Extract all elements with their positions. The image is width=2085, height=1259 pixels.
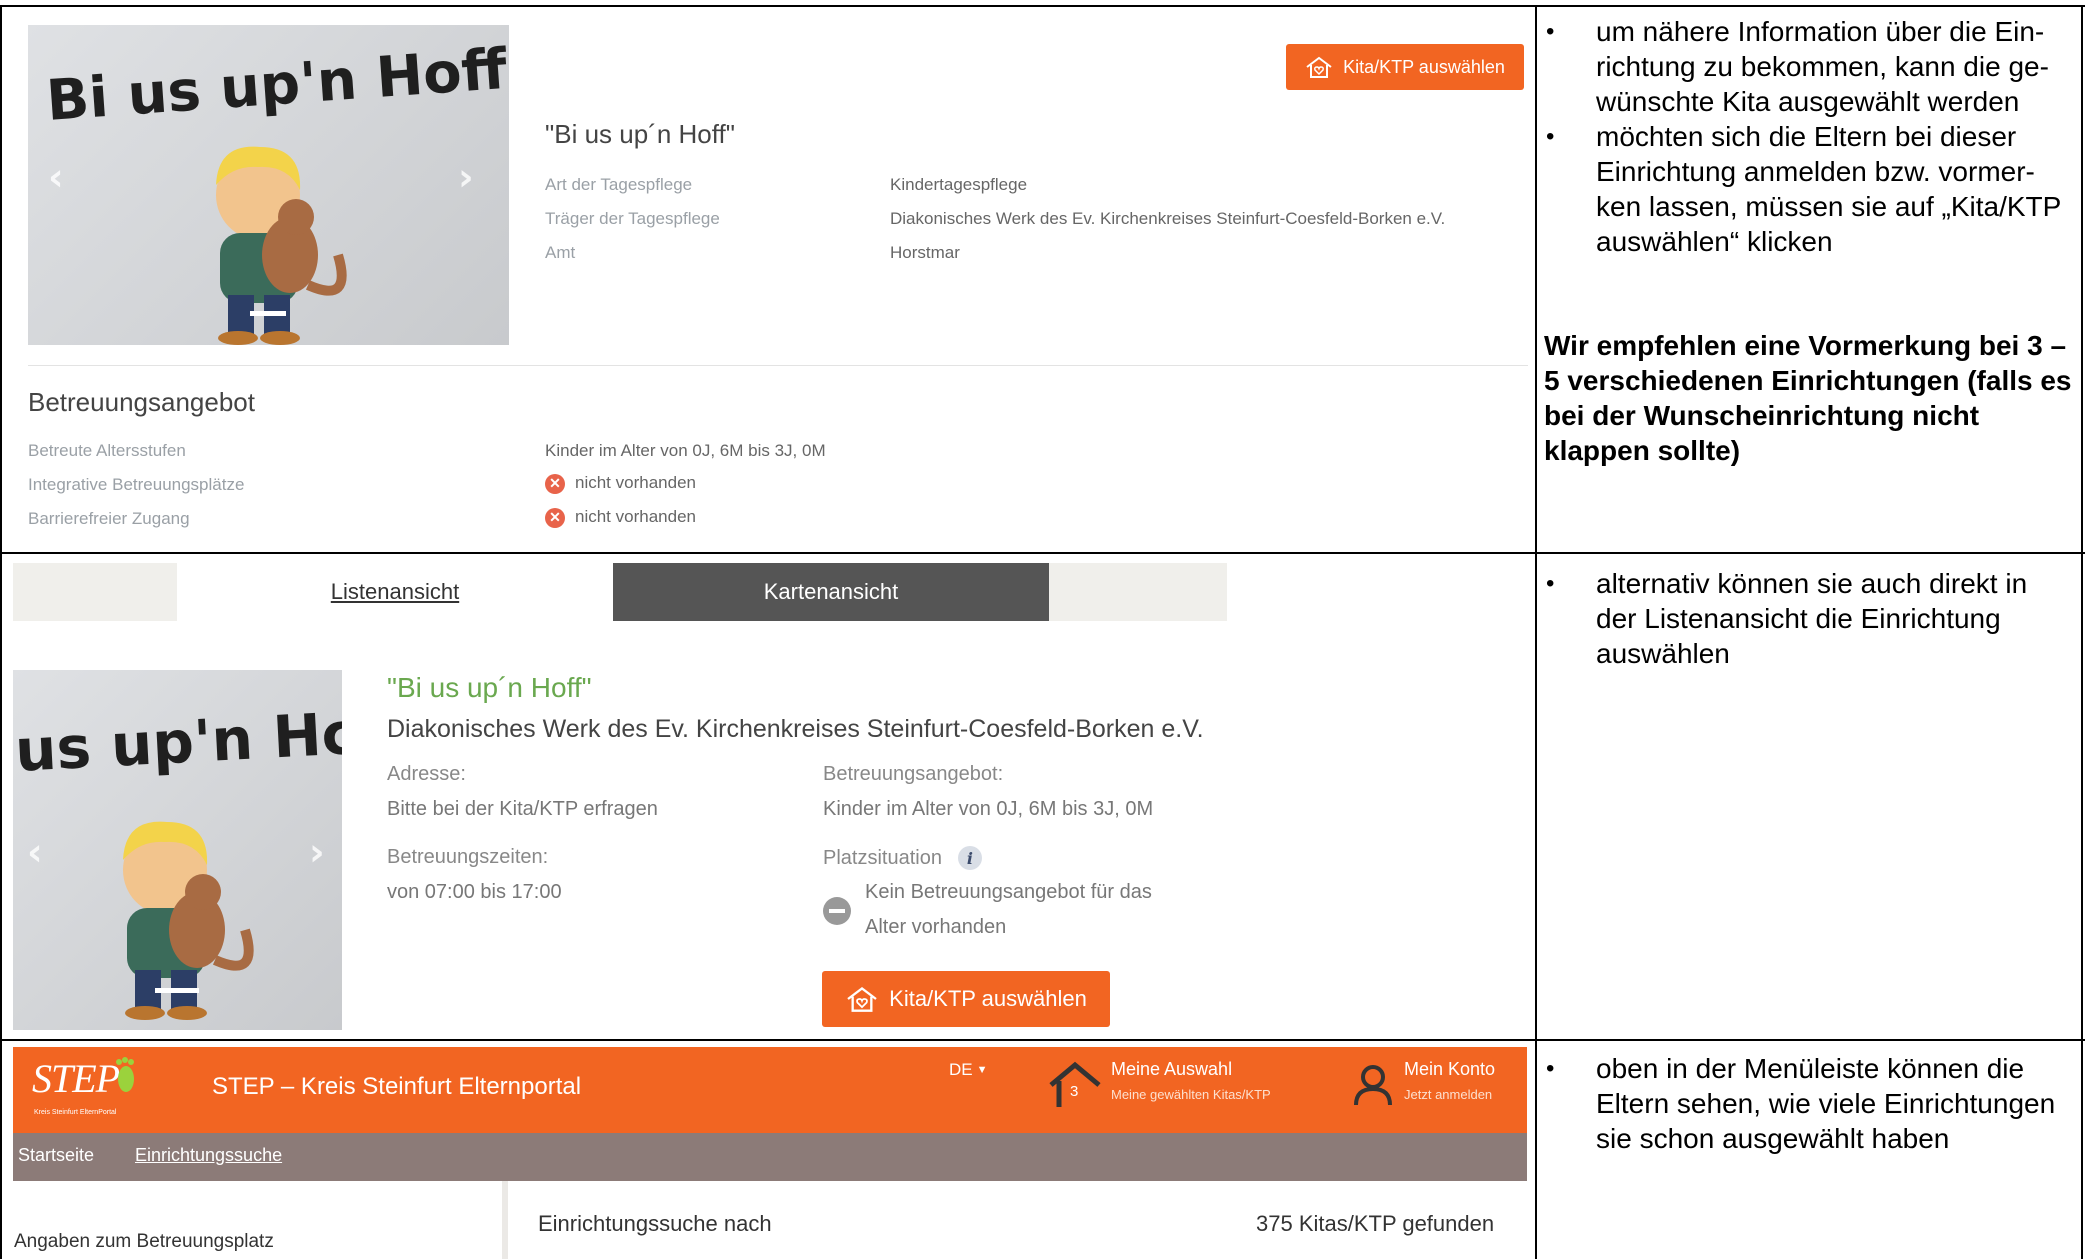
place-situation-label: Platzsituation bbox=[823, 846, 942, 869]
account-title: Mein Konto bbox=[1404, 1059, 1496, 1079]
tab-map-view[interactable]: Kartenansicht bbox=[613, 563, 1049, 621]
select-facility-button[interactable]: Kita/KTP auswählen bbox=[822, 971, 1110, 1027]
photo-sign-text: us up'n Hc bbox=[13, 699, 342, 785]
hours-value: von 07:00 bis 17:00 bbox=[387, 881, 562, 903]
offer-heading: Betreuungsangebot bbox=[28, 387, 255, 417]
select-facility-button-label: Kita/KTP auswählen bbox=[889, 986, 1087, 1011]
select-facility-button[interactable]: Kita/KTP auswählen bbox=[1286, 44, 1524, 90]
tab-map-view-label: Kartenansicht bbox=[763, 579, 899, 604]
offer-value-barrier-free-text: nicht vorhanden bbox=[575, 507, 696, 526]
facility-carrier: Diakonisches Werk des Ev. Kirchenkreises… bbox=[387, 715, 1204, 743]
my-account[interactable]: Mein Konto Jetzt anmelden bbox=[1352, 1055, 1522, 1115]
note-item: oben in der Menüleiste können die Eltern… bbox=[1542, 1051, 2072, 1156]
address-value: Bitte bei der Kita/KTP erfragen bbox=[387, 798, 658, 820]
offer-value: Kinder im Alter von 0J, 6M bis 3J, 0M bbox=[823, 798, 1154, 820]
my-selection[interactable]: 3 Meine Auswahl Meine gewählten Kitas/KT… bbox=[1047, 1055, 1307, 1115]
sidebar-divider bbox=[502, 1181, 508, 1259]
table-column-divider bbox=[1535, 5, 1537, 1259]
selection-title: Meine Auswahl bbox=[1111, 1059, 1233, 1079]
detail-label-office: Amt bbox=[545, 243, 576, 262]
recommendation-note: Wir empfehlen eine Vormerkung bei 3 – 5 … bbox=[1544, 330, 2072, 466]
not-available-icon: ✕ bbox=[545, 473, 565, 494]
results-count: 375 Kitas/KTP gefunden bbox=[1256, 1211, 1495, 1236]
address-label: Adresse: bbox=[387, 763, 466, 785]
section-divider bbox=[28, 365, 1528, 366]
notes-section-2: alternativ können sie auch direkt in der… bbox=[1542, 566, 2072, 671]
step-logo-subtitle: Kreis Steinfurt ElternPortal bbox=[34, 1109, 117, 1116]
nav-item-home[interactable]: Startseite bbox=[18, 1145, 94, 1166]
selection-count: 3 bbox=[1070, 1083, 1079, 1100]
detail-value-office: Horstmar bbox=[890, 243, 960, 262]
step-logo[interactable]: STEP Kreis Steinfurt ElternPortal bbox=[32, 1055, 152, 1125]
selection-subtitle: Meine gewählten Kitas/KTP bbox=[1111, 1087, 1271, 1102]
footprint-icon bbox=[116, 1057, 134, 1092]
portal-header-screenshot: STEP Kreis Steinfurt ElternPortal STEP –… bbox=[2, 1041, 1535, 1259]
account-subtitle: Jetzt anmelden bbox=[1404, 1087, 1493, 1102]
caret-down-icon: ▼ bbox=[976, 1064, 988, 1076]
place-value-line2: Alter vorhanden bbox=[865, 916, 1007, 938]
offer-value-barrier-free: ✕ nicht vorhanden bbox=[545, 507, 696, 528]
carousel-next-arrow[interactable]: › bbox=[309, 830, 325, 874]
hours-label: Betreuungszeiten: bbox=[387, 846, 549, 868]
carousel-indicator[interactable] bbox=[155, 988, 199, 993]
no-offer-icon bbox=[823, 897, 851, 925]
not-available-icon: ✕ bbox=[545, 507, 565, 528]
facility-photo: Bi us up'n Hoff ‹ › bbox=[28, 25, 509, 345]
notes-section-3: oben in der Menüleiste können die Eltern… bbox=[1542, 1051, 2072, 1156]
facility-name-link[interactable]: "Bi us up´n Hoff" bbox=[387, 672, 592, 704]
portal-title[interactable]: STEP – Kreis Steinfurt Elternportal bbox=[212, 1073, 581, 1101]
search-heading: Einrichtungssuche nach bbox=[538, 1211, 772, 1236]
language-select[interactable]: DE ▼ bbox=[949, 1060, 988, 1080]
house-heart-icon bbox=[847, 987, 877, 1012]
carousel-indicator[interactable] bbox=[250, 311, 286, 316]
list-view-screenshot: Listenansicht Kartenansicht us up'n Hc ‹… bbox=[2, 554, 1535, 1039]
offer-value-integrative-text: nicht vorhanden bbox=[575, 473, 696, 492]
carousel-next-arrow[interactable]: › bbox=[458, 155, 474, 199]
facility-thumbnail[interactable]: us up'n Hc ‹ › bbox=[13, 670, 342, 1030]
nav-item-facility-search[interactable]: Einrichtungssuche bbox=[135, 1145, 282, 1166]
tab-list-view-label: Listenansicht bbox=[330, 579, 460, 604]
offer-value-ages: Kinder im Alter von 0J, 6M bis 3J, 0M bbox=[545, 441, 826, 460]
detail-label-carrier: Träger der Tagespflege bbox=[545, 209, 720, 228]
table-border-right bbox=[2081, 5, 2083, 1259]
tab-list-view[interactable]: Listenansicht bbox=[177, 563, 613, 621]
house-heart-icon bbox=[1306, 56, 1332, 78]
language-label: DE bbox=[949, 1060, 973, 1079]
offer-label-integrative: Integrative Betreuungsplätze bbox=[28, 475, 245, 494]
detail-label-type: Art der Tagespflege bbox=[545, 175, 693, 194]
offer-label-barrier-free: Barrierefreier Zugang bbox=[28, 509, 190, 528]
carousel-prev-arrow[interactable]: ‹ bbox=[27, 830, 43, 874]
select-facility-button-label: Kita/KTP auswählen bbox=[1343, 56, 1505, 77]
carousel-prev-arrow[interactable]: ‹ bbox=[48, 155, 64, 199]
sidebar-heading: Angaben zum Betreuungsplatz bbox=[14, 1231, 274, 1252]
notes-section-1: um nähere Information über die Ein-richt… bbox=[1542, 14, 2072, 468]
facility-detail-screenshot: Bi us up'n Hoff ‹ › Kita/KTP auswählen "… bbox=[2, 7, 1535, 552]
note-item: möchten sich die Eltern bei dieser Einri… bbox=[1542, 119, 2072, 259]
facility-name: "Bi us up´n Hoff" bbox=[545, 119, 735, 149]
photo-sign-text: Bi us up'n Hoff bbox=[44, 36, 509, 135]
note-item: um nähere Information über die Ein-richt… bbox=[1542, 14, 2072, 119]
offer-value-integrative: ✕ nicht vorhanden bbox=[545, 473, 696, 494]
place-situation: Platzsituation i bbox=[823, 846, 982, 870]
note-item: alternativ können sie auch direkt in der… bbox=[1542, 566, 2072, 671]
info-icon[interactable]: i bbox=[957, 846, 982, 870]
offer-label-ages: Betreute Altersstufen bbox=[28, 441, 186, 460]
detail-value-carrier: Diakonisches Werk des Ev. Kirchenkreises… bbox=[890, 209, 1446, 228]
offer-label: Betreuungsangebot: bbox=[823, 763, 1004, 785]
place-value-line1: Kein Betreuungsangebot für das bbox=[865, 881, 1152, 903]
detail-value-type: Kindertagespflege bbox=[890, 175, 1028, 194]
user-icon bbox=[1354, 1065, 1392, 1106]
